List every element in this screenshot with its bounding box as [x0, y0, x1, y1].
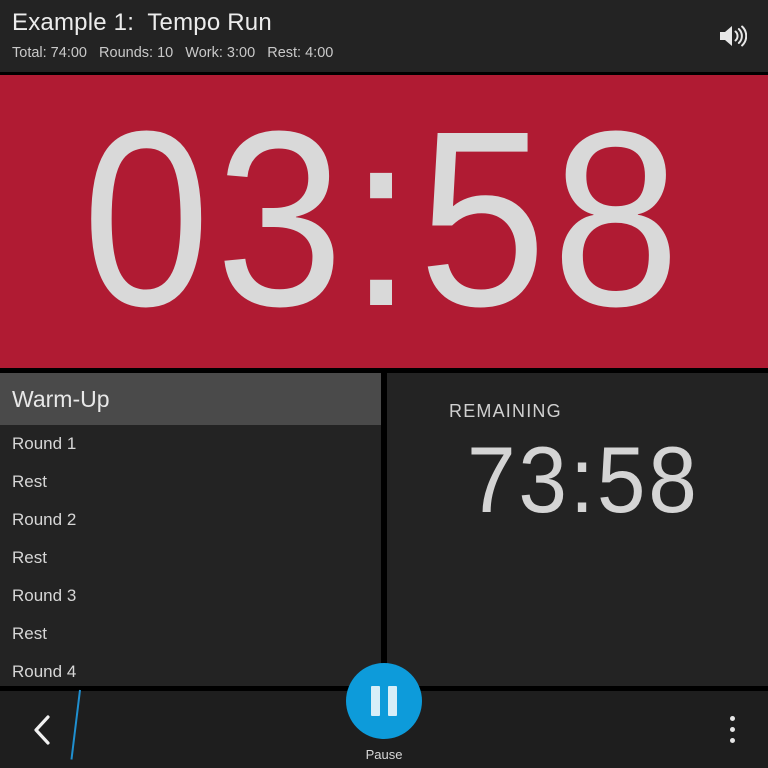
pause-button-label: Pause: [365, 747, 403, 762]
remaining-time-value: 73:58: [467, 427, 700, 532]
schedule-row[interactable]: Round 2: [0, 501, 381, 539]
overflow-dot: [729, 727, 735, 732]
workout-stats: Total: 74:00 Rounds: 10 Work: 3:00 Rest:…: [12, 45, 334, 61]
interval-timer-display: 03:58: [0, 75, 768, 373]
schedule-row-label: Rest: [12, 472, 47, 491]
pause-button[interactable]: Pause: [329, 663, 439, 762]
schedule-row-label: Round 3: [12, 586, 77, 605]
overflow-dot: [729, 738, 735, 743]
schedule-row[interactable]: Rest: [0, 463, 381, 501]
overflow-dot: [729, 716, 735, 721]
pause-bar-right: [388, 686, 397, 716]
schedule-row-label: Round 4: [12, 662, 77, 681]
schedule-row[interactable]: Round 1: [0, 425, 381, 463]
schedule-row-label: Rest: [12, 548, 47, 567]
schedule-row-label: Round 2: [12, 510, 77, 529]
schedule-row[interactable]: Rest: [0, 615, 381, 653]
workout-timer-screen: Example 1: Tempo Run Total: 74:00 Rounds…: [0, 0, 768, 768]
pause-bar-left: [371, 686, 380, 716]
schedule-list[interactable]: Warm-Up Round 1 Rest Round 2 Rest Round 3 Rest…: [0, 373, 381, 686]
schedule-row-current[interactable]: Warm-Up: [0, 373, 381, 425]
schedule-row-label: Rest: [12, 624, 47, 643]
schedule-row-label: Warm-Up: [12, 385, 110, 412]
more-vertical-icon[interactable]: [710, 704, 754, 756]
schedule-row[interactable]: Round 4: [0, 653, 381, 686]
header: Example 1: Tempo Run Total: 74:00 Rounds…: [0, 0, 768, 75]
remaining-label: REMAINING: [449, 401, 562, 421]
schedule-row[interactable]: Rest: [0, 539, 381, 577]
main-content: Warm-Up Round 1 Rest Round 2 Rest Round 3 Rest…: [0, 373, 768, 686]
bottom-toolbar: Pause: [0, 663, 768, 768]
pause-icon[interactable]: [346, 663, 422, 739]
schedule-row[interactable]: Round 3: [0, 577, 381, 615]
page-title: Example 1: Tempo Run: [12, 9, 272, 36]
back-button[interactable]: [14, 702, 70, 758]
schedule-row-label: Round 1: [12, 434, 77, 453]
remaining-panel: REMAINING 73:58: [387, 373, 768, 686]
interval-time-value: 03:58: [82, 78, 686, 358]
volume-on-icon[interactable]: [712, 18, 752, 54]
